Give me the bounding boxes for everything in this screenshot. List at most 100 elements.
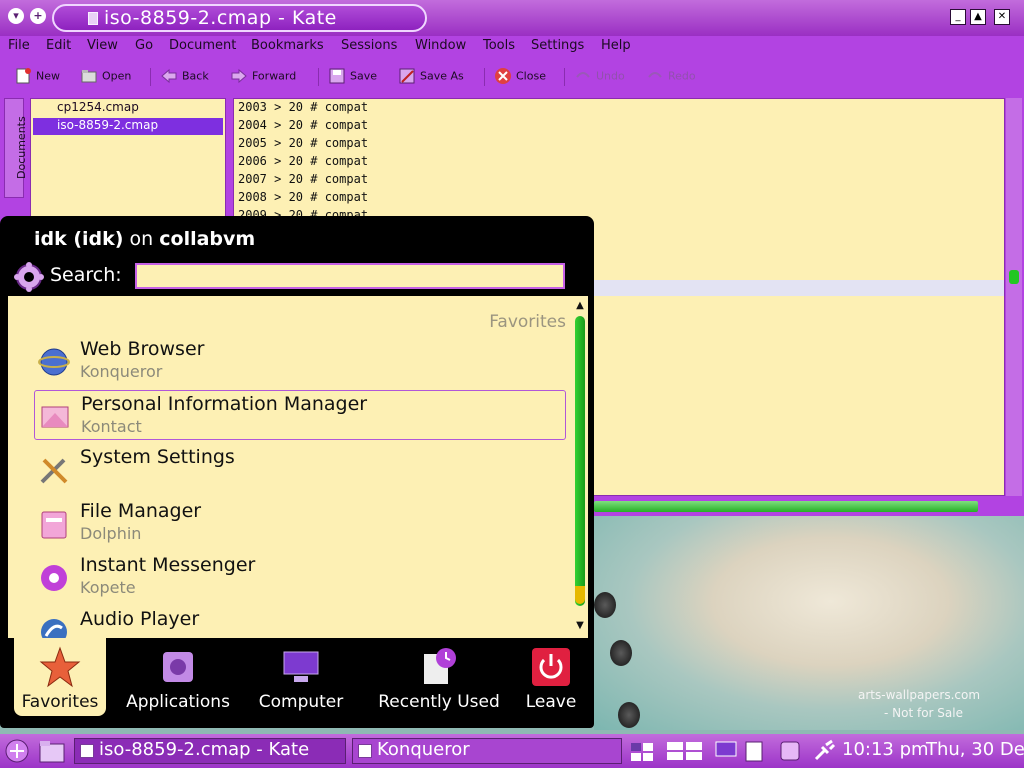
document-item[interactable]: cp1254.cmap — [33, 100, 223, 117]
chat-icon — [41, 565, 67, 591]
code-line: 2007 > 20 # compat — [238, 172, 369, 186]
search-label: Search: — [50, 264, 122, 286]
favorite-file-manager[interactable]: File Manager Dolphin — [34, 498, 566, 548]
menu-settings[interactable]: Settings — [531, 38, 584, 53]
tab-favorites[interactable]: Favorites — [14, 638, 106, 716]
close-window-button[interactable]: ✕ — [994, 9, 1010, 25]
task-label: iso-8859-2.cmap - Kate — [99, 739, 310, 760]
favorites-scrollbar[interactable]: ▲ ▼ — [574, 300, 586, 634]
save-label: Save — [350, 69, 378, 83]
favorite-audio-player[interactable]: Audio Player — [34, 606, 566, 638]
forward-button[interactable]: Forward — [230, 67, 296, 89]
open-label: Open — [102, 69, 132, 83]
desktop-grid-icon[interactable] — [666, 739, 704, 763]
tab-label: Favorites — [21, 692, 99, 712]
close-doc-button[interactable]: Close — [494, 67, 546, 89]
search-input[interactable] — [135, 263, 565, 289]
favorite-subtitle: Dolphin — [80, 524, 142, 543]
favorite-pim[interactable]: Personal Information Manager Kontact — [34, 390, 566, 440]
close-label: Close — [516, 69, 546, 83]
favorites-header: Favorites — [489, 312, 566, 332]
monitor-icon[interactable] — [714, 739, 738, 763]
toolbar: New Open Back Forward Save Save As Close… — [0, 58, 1024, 96]
save-button[interactable]: Save — [328, 67, 377, 89]
undo-icon — [576, 72, 590, 78]
menu-bookmarks[interactable]: Bookmarks — [251, 38, 324, 53]
window-pin-icon[interactable]: + — [30, 8, 46, 24]
editor-hscrollbar[interactable] — [594, 498, 1024, 516]
favorites-scroll-thumb[interactable] — [575, 316, 585, 606]
task-kate[interactable]: iso-8859-2.cmap - Kate — [74, 738, 346, 764]
toolbar-separator — [150, 68, 151, 86]
toolbar-separator — [318, 68, 319, 86]
favorite-name: Instant Messenger — [80, 554, 256, 576]
minimize-button[interactable]: _ — [950, 9, 966, 25]
scroll-up-icon[interactable]: ▲ — [574, 300, 586, 311]
redo-button[interactable]: Redo — [646, 67, 696, 89]
pim-icon — [41, 406, 69, 428]
document-item-selected[interactable]: iso-8859-2.cmap — [33, 118, 223, 135]
menu-go[interactable]: Go — [135, 38, 153, 53]
document-icon — [88, 12, 98, 25]
menu-tools[interactable]: Tools — [483, 38, 515, 53]
editor-scrollbar[interactable] — [1006, 98, 1022, 496]
save-as-label: Save As — [420, 69, 464, 83]
new-button[interactable]: New — [14, 67, 60, 89]
code-line: 2008 > 20 # compat — [238, 190, 369, 204]
menu-help[interactable]: Help — [601, 38, 631, 53]
notes-icon[interactable] — [778, 739, 802, 763]
save-as-button[interactable]: Save As — [398, 67, 464, 89]
menu-window[interactable]: Window — [415, 38, 466, 53]
clipboard-icon[interactable] — [742, 739, 766, 763]
tab-applications[interactable]: Applications — [116, 638, 240, 716]
menu-document[interactable]: Document — [169, 38, 236, 53]
open-button[interactable]: Open — [80, 67, 131, 89]
code-line: 2005 > 20 # compat — [238, 136, 369, 150]
globe-icon — [38, 348, 70, 376]
favorite-system-settings[interactable]: System Settings — [34, 444, 566, 494]
folder-icon — [41, 511, 67, 539]
back-button[interactable]: Back — [160, 67, 209, 89]
user-name: idk (idk) — [34, 228, 124, 250]
tab-leave[interactable]: Leave — [518, 638, 584, 716]
toolbar-separator — [564, 68, 565, 86]
menu-sessions[interactable]: Sessions — [341, 38, 397, 53]
hscroll-thumb[interactable] — [594, 501, 978, 512]
plug-icon[interactable] — [812, 739, 836, 763]
applications-icon — [163, 652, 193, 682]
tab-computer[interactable]: Computer — [246, 638, 356, 716]
editor-scroll-thumb[interactable] — [1009, 270, 1019, 284]
code-line: 2006 > 20 # compat — [238, 154, 369, 168]
wallpaper-detail — [594, 592, 616, 618]
menu-file[interactable]: File — [8, 38, 30, 53]
menubar: File Edit View Go Document Bookmarks Ses… — [0, 36, 1024, 58]
wallpaper-detail — [610, 640, 632, 666]
date[interactable]: Thu, 30 Dec — [926, 739, 1024, 760]
tab-label: Applications — [126, 692, 230, 712]
code-line: 2004 > 20 # compat — [238, 118, 369, 132]
maximize-button[interactable]: ▲ — [970, 9, 986, 25]
favorite-name: Personal Information Manager — [81, 393, 368, 415]
documents-tab-label: Documents — [15, 116, 28, 179]
favorite-web-browser[interactable]: Web Browser Konqueror — [34, 336, 566, 386]
tab-recently-used[interactable]: Recently Used — [364, 638, 514, 716]
pager-icon[interactable] — [630, 739, 654, 763]
redo-label: Redo — [668, 69, 696, 83]
star-icon — [39, 646, 81, 688]
window-menu-icon[interactable]: ▾ — [8, 8, 24, 24]
clock[interactable]: 10:13 pm — [842, 739, 929, 760]
folder-launcher-icon[interactable] — [38, 738, 66, 764]
scroll-down-icon[interactable]: ▼ — [574, 620, 586, 631]
kde-menu-icon[interactable] — [4, 738, 30, 764]
taskbar: iso-8859-2.cmap - Kate Konqueror 10:13 p… — [0, 734, 1024, 768]
documents-sidetab[interactable]: Documents — [4, 98, 28, 198]
menu-view[interactable]: View — [87, 38, 118, 53]
redo-icon — [648, 72, 662, 78]
menu-edit[interactable]: Edit — [46, 38, 71, 53]
task-konqueror[interactable]: Konqueror — [352, 738, 622, 764]
favorite-instant-messenger[interactable]: Instant Messenger Kopete — [34, 552, 566, 602]
undo-button[interactable]: Undo — [574, 67, 625, 89]
tools-icon — [40, 458, 68, 484]
kde-gear-icon — [14, 262, 44, 292]
window-titlebar[interactable]: ▾ + iso-8859-2.cmap - Kate _ ▲ ✕ — [0, 0, 1024, 36]
